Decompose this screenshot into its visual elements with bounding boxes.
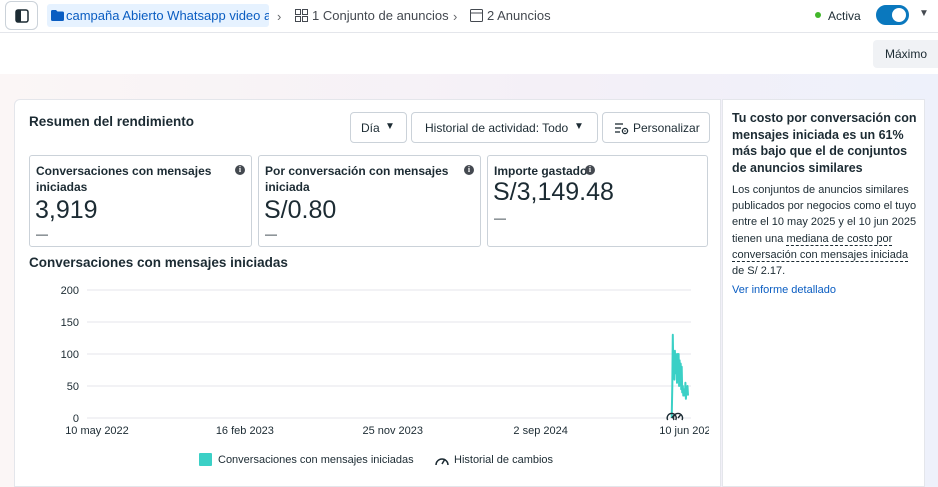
gauge-icon: [672, 412, 684, 421]
legend-swatch: [199, 453, 212, 466]
date-range-label: Máximo: [885, 47, 928, 61]
date-range-button[interactable]: Máximo ▼: [873, 40, 938, 68]
y-tick-label: 0: [73, 413, 79, 425]
customize-label: Personalizar: [633, 121, 700, 135]
insight-panel: Tu costo por conversación con mensajes i…: [722, 99, 925, 487]
chart-title: Conversaciones con mensajes iniciadas: [29, 255, 288, 270]
sidebar-toggle-button[interactable]: [5, 1, 38, 30]
info-icon[interactable]: i: [235, 165, 245, 175]
insight-body-end: de S/ 2.17.: [732, 265, 786, 278]
x-tick-label: 16 feb 2023: [216, 425, 274, 437]
grid-icon: [295, 9, 308, 22]
legend-label: Conversaciones con mensajes iniciadas: [218, 454, 414, 466]
y-tick-label: 150: [61, 317, 79, 329]
metric-card-conversations[interactable]: Conversaciones con mensajes iniciadas i …: [29, 155, 252, 247]
panel-title: Resumen del rendimiento: [29, 114, 195, 129]
legend-label: Historial de cambios: [454, 454, 554, 466]
folder-icon: [51, 10, 64, 21]
metric-label: Importe gastado: [494, 164, 588, 178]
info-icon[interactable]: i: [464, 165, 474, 175]
day-dropdown[interactable]: Día ▼: [350, 112, 407, 143]
change-history-marker: [672, 412, 684, 421]
x-tick-label: 10 jun 2025: [659, 425, 709, 437]
series-line: [670, 333, 689, 419]
metric-value: S/3,149.48: [493, 178, 614, 206]
chevron-down-icon[interactable]: ▼: [919, 8, 929, 19]
metric-value: S/0.80: [264, 196, 337, 224]
caret-down-icon: ▼: [385, 121, 395, 132]
metric-card-amount-spent[interactable]: Importe gastado i S/3,149.48 —: [487, 155, 708, 247]
caret-down-icon: ▼: [574, 121, 584, 132]
activity-history-dropdown[interactable]: Historial de actividad: Todo ▼: [411, 112, 598, 143]
metric-delta: —: [36, 227, 48, 241]
y-tick-label: 200: [61, 285, 79, 297]
toggle-knob: [892, 8, 906, 22]
top-bar: campaña Abierto Whatsapp video a › 1 Con…: [0, 0, 938, 32]
y-tick-label: 100: [61, 349, 79, 361]
conversations-line-chart: 0 50 100 150 200 10 may 2022 16 feb 2023 25 nov…: [61, 285, 709, 466]
customize-button[interactable]: Personalizar: [602, 112, 710, 143]
metric-delta: —: [494, 211, 506, 225]
breadcrumb-adset-label: 1 Conjunto de anuncios: [312, 8, 449, 23]
insight-body: Los conjuntos de anuncios similares publ…: [732, 182, 922, 279]
x-tick-label: 2 sep 2024: [513, 425, 567, 437]
sub-toolbar: Máximo ▼: [0, 32, 938, 74]
chevron-right-icon: ›: [453, 9, 458, 24]
gauge-icon: [435, 458, 449, 466]
settings-table-icon: [615, 123, 629, 135]
detailed-report-link[interactable]: Ver informe detallado: [732, 284, 836, 296]
y-tick-label: 50: [67, 381, 79, 393]
metric-label: Conversaciones con mensajes iniciadas: [36, 164, 212, 194]
chevron-right-icon: ›: [277, 9, 282, 24]
performance-summary-panel: Resumen del rendimiento Día ▼ Historial …: [14, 99, 721, 487]
metric-card-cost-per-conversation[interactable]: Por conversación con mensajes iniciada i…: [258, 155, 481, 247]
breadcrumb-campaign[interactable]: campaña Abierto Whatsapp video a: [47, 4, 269, 27]
breadcrumb-campaign-label: campaña Abierto Whatsapp video a: [66, 8, 269, 23]
status-dot: [815, 12, 821, 18]
status-label: Activa: [828, 9, 861, 23]
breadcrumb-ads-label: 2 Anuncios: [487, 8, 551, 23]
activity-history-label: Historial de actividad: Todo: [425, 121, 569, 135]
metric-label: Por conversación con mensajes iniciada: [265, 164, 449, 194]
metric-delta: —: [265, 227, 277, 241]
day-dropdown-label: Día: [361, 121, 380, 135]
insight-heading: Tu costo por conversación con mensajes i…: [732, 111, 917, 175]
x-tick-label: 10 may 2022: [65, 425, 129, 437]
sidebar-panel-icon: [15, 9, 29, 23]
campaign-status-toggle[interactable]: [876, 5, 909, 25]
info-icon[interactable]: i: [585, 165, 595, 175]
metric-value: 3,919: [35, 196, 98, 224]
x-tick-label: 25 nov 2023: [362, 425, 423, 437]
ad-icon: [470, 9, 483, 22]
